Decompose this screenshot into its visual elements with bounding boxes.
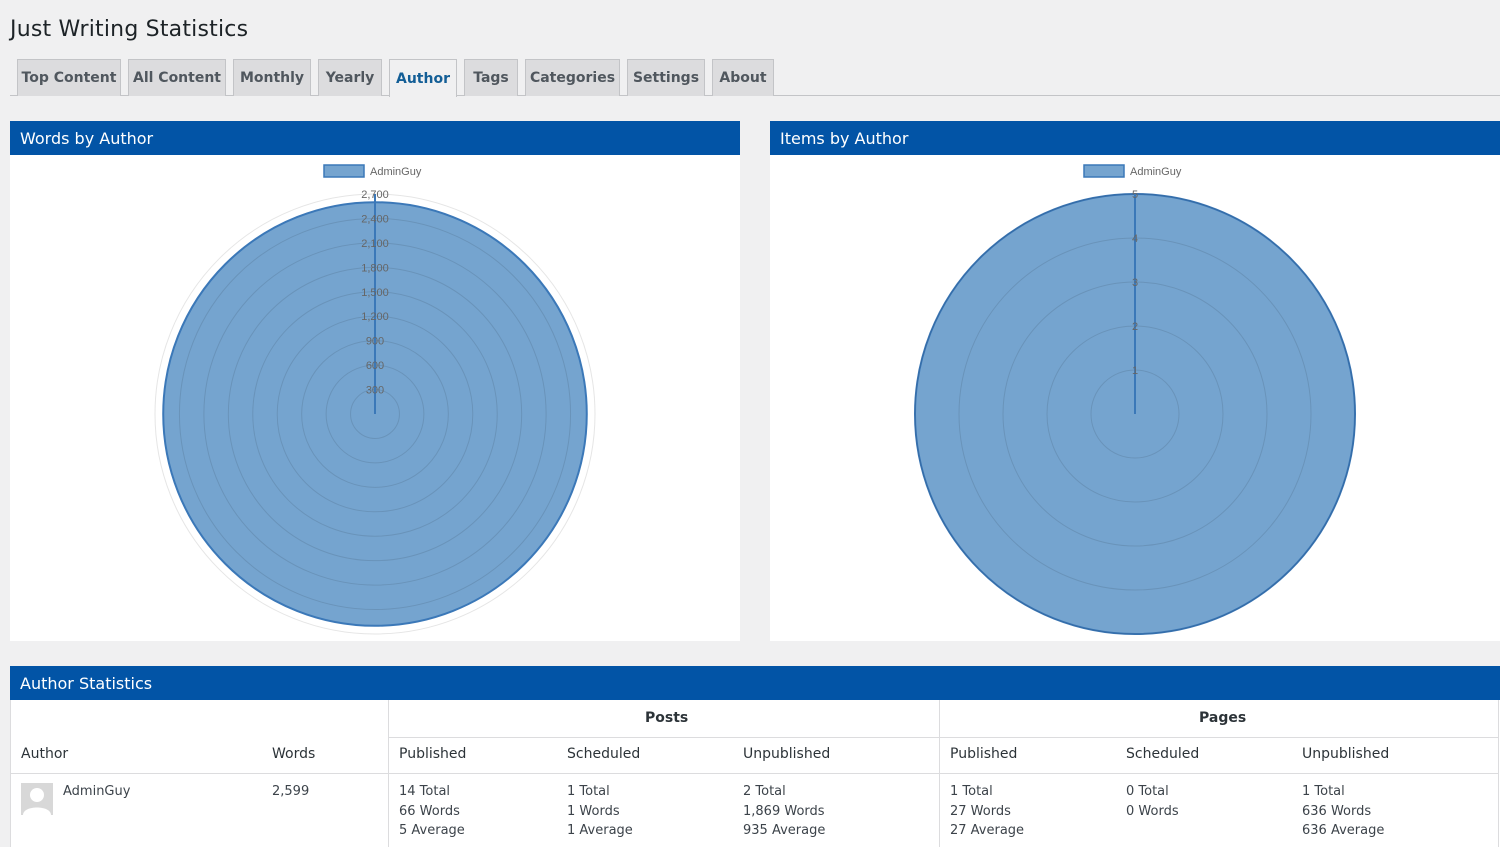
tick-label: 4 [1132,233,1138,245]
tick-label: 3 [1132,277,1138,289]
tick-label: 2,700 [361,189,389,201]
tick-label: 1 [1132,365,1138,377]
tick-label: 1,800 [361,262,389,274]
items-by-author-panel: AdminGuy 1 2 3 4 5 [770,155,1500,641]
pages-group-header: Pages [1199,710,1247,726]
pages-scheduled-values: 0 Total 0 Words [1126,784,1179,819]
author-name: AdminGuy [63,784,131,799]
words-by-author-panel: AdminGuy 300 600 900 1,200 1,500 1,800 2,100 2,4… [10,155,740,641]
column-posts-scheduled: Scheduled [567,746,641,762]
column-author: Author [21,746,69,762]
tick-label: 2 [1132,321,1138,333]
posts-group-header: Posts [645,710,689,726]
tick-label: 1,500 [361,287,389,299]
tab-all-content[interactable]: All Content [128,59,226,96]
words-by-author-header: Words by Author [10,121,740,155]
posts-scheduled-values: 1 Total 1 Words 1 Average [567,784,633,838]
column-pages-published: Published [950,746,1018,762]
tab-top-content[interactable]: Top Content [17,59,121,96]
legend-swatch [323,164,365,178]
column-posts-unpublished: Unpublished [743,746,831,762]
author-statistics-table: Posts Pages Author Words Published Sched… [10,700,1500,847]
tick-label: 2,100 [361,238,389,250]
posts-unpublished-values: 2 Total 1,869 Words 935 Average [743,784,826,838]
legend-swatch [1083,164,1125,178]
legend-label: AdminGuy [370,166,422,178]
tab-monthly[interactable]: Monthly [233,59,311,96]
page-title: Just Writing Statistics [10,17,249,42]
tab-settings[interactable]: Settings [627,59,705,96]
legend-label: AdminGuy [1130,166,1182,178]
tick-label: 2,400 [361,213,389,225]
column-pages-scheduled: Scheduled [1126,746,1200,762]
column-pages-unpublished: Unpublished [1302,746,1390,762]
items-by-author-header: Items by Author [770,121,1500,155]
author-avatar [21,783,53,815]
tick-label: 900 [366,336,384,348]
tab-about[interactable]: About [712,59,774,96]
words-by-author-chart: AdminGuy 300 600 900 1,200 1,500 1,800 2,100 2,4… [154,164,596,635]
tab-author[interactable]: Author [389,59,457,97]
tab-tags[interactable]: Tags [464,59,518,96]
pages-published-values: 1 Total 27 Words 27 Average [950,784,1025,838]
column-posts-published: Published [399,746,467,762]
tab-categories[interactable]: Categories [525,59,620,96]
posts-published-values: 14 Total 66 Words 5 Average [399,784,465,838]
tab-bar: Top Content All Content Monthly Yearly A… [10,59,1500,97]
user-placeholder-icon [23,788,51,815]
column-words: Words [272,746,316,762]
tab-yearly[interactable]: Yearly [318,59,382,96]
tick-label: 5 [1132,189,1138,201]
pages-unpublished-values: 1 Total 636 Words 636 Average [1302,784,1385,838]
tick-label: 300 [366,385,384,397]
author-words: 2,599 [272,784,310,799]
tick-label: 1,200 [361,311,389,323]
tick-label: 600 [366,360,384,372]
author-statistics-header: Author Statistics [10,666,1500,700]
items-by-author-chart: AdminGuy 1 2 3 4 5 [914,164,1356,635]
